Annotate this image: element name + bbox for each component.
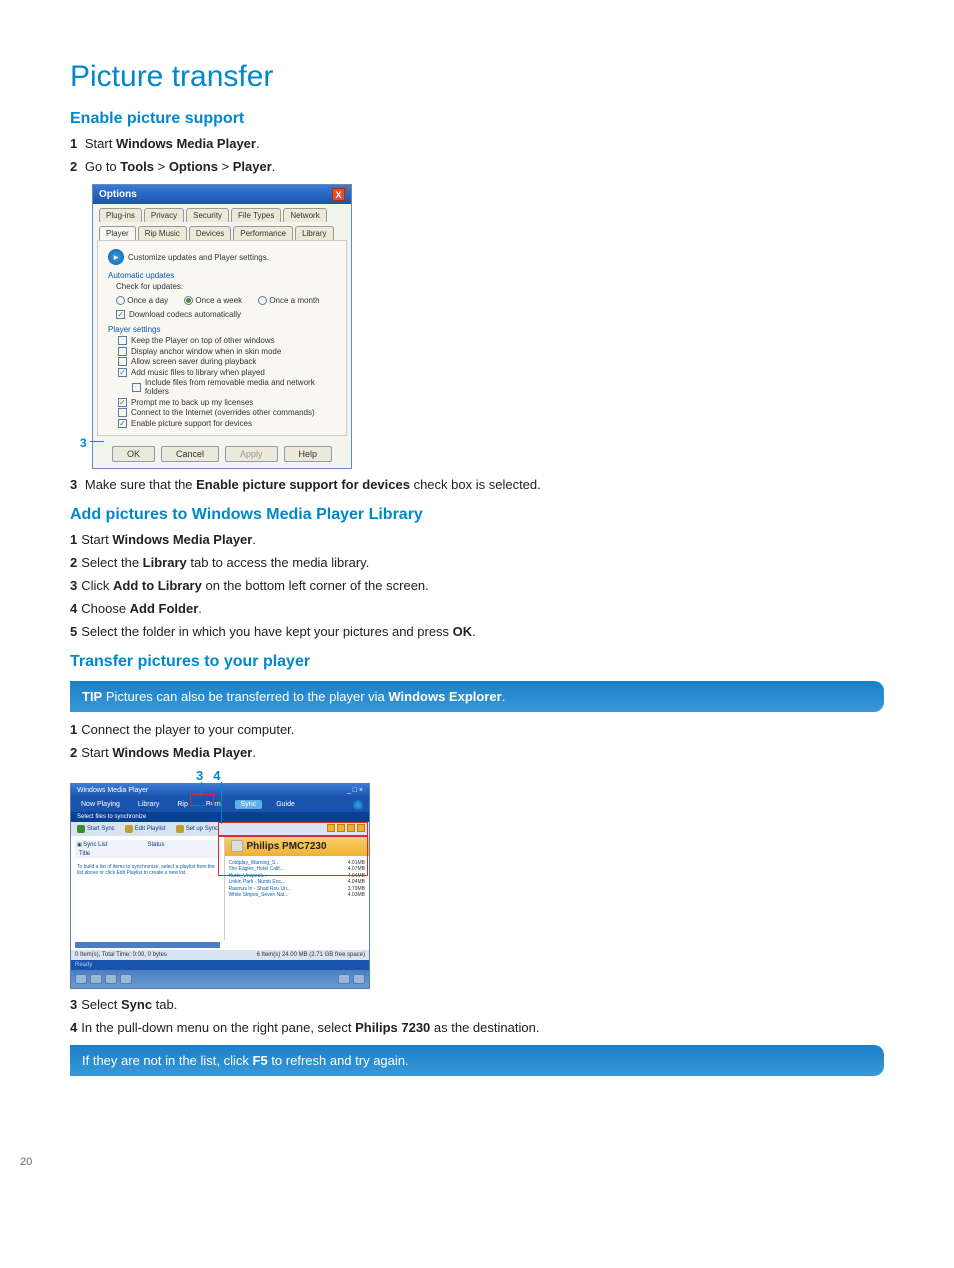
- tab-privacy[interactable]: Privacy: [144, 208, 184, 222]
- heading-enable-picture-support: Enable picture support: [70, 110, 884, 128]
- wmp-window-screenshot: 3 4 Windows Media Player _ □ × Now Playi…: [70, 768, 370, 989]
- dialog-title: Options: [99, 189, 137, 200]
- group-player-settings: Player settings: [108, 325, 336, 334]
- window-controls[interactable]: _ □ ×: [347, 787, 363, 794]
- checkbox-screen-saver[interactable]: [118, 357, 127, 366]
- status-left: 0 Item(s), Total Time: 0:00, 0 bytes: [75, 952, 167, 958]
- tab-rip-music[interactable]: Rip Music: [138, 226, 187, 240]
- tab-network[interactable]: Network: [283, 208, 326, 222]
- page-number: 20: [20, 1156, 834, 1168]
- wmp-title: Windows Media Player: [77, 787, 148, 794]
- title-column: Title: [75, 850, 220, 858]
- set-up-sync-button[interactable]: Set up Sync: [176, 825, 218, 833]
- apply-button[interactable]: Apply: [225, 446, 278, 462]
- step-number: 1: [70, 136, 77, 151]
- status-ready: Ready: [75, 962, 92, 968]
- radio-once-a-month[interactable]: [258, 296, 267, 305]
- tab-security[interactable]: Security: [186, 208, 229, 222]
- step-number: 3: [70, 477, 77, 492]
- checkbox-add-music[interactable]: [118, 368, 127, 377]
- radio-once-a-day[interactable]: [116, 296, 125, 305]
- highlight-box: [218, 836, 368, 876]
- step-number: 2: [70, 159, 77, 174]
- start-sync-button[interactable]: Start Sync: [77, 825, 115, 833]
- tip-label: TIP: [82, 689, 102, 704]
- step: 1Connect the player to your computer.: [70, 722, 884, 737]
- checkbox-download-codecs[interactable]: [116, 310, 125, 319]
- wmp-info-bar: Select files to synchronize: [71, 812, 369, 822]
- tab-sync[interactable]: Sync: [235, 800, 263, 809]
- sync-list-heading: ▣ Sync List: [77, 842, 107, 848]
- edit-playlist-button[interactable]: Edit Playlist: [125, 825, 166, 833]
- tab-library[interactable]: Library: [134, 801, 163, 808]
- callout-line: [90, 441, 104, 442]
- status-right: 6 Item(s) 24.00 MB (2.71 GB free space): [257, 952, 365, 958]
- step: 4In the pull-down menu on the right pane…: [70, 1020, 884, 1035]
- playback-controls[interactable]: [71, 970, 369, 988]
- status-heading: Status: [147, 842, 164, 848]
- step: 1 Start Windows Media Player.: [70, 136, 884, 151]
- checkbox-prompt-backup[interactable]: [118, 398, 127, 407]
- dialog-banner: Customize updates and Player settings.: [128, 253, 269, 262]
- step: 3Click Add to Library on the bottom left…: [70, 578, 884, 593]
- tab-devices[interactable]: Devices: [189, 226, 231, 240]
- step: 1Start Windows Media Player.: [70, 532, 884, 547]
- tab-guide[interactable]: Guide: [272, 801, 299, 808]
- close-icon[interactable]: X: [332, 188, 345, 201]
- sync-empty-message: To build a list of items to synchronize,…: [75, 858, 220, 882]
- step: 3Select Sync tab.: [70, 997, 884, 1012]
- callout-line: [201, 782, 202, 796]
- callout-marker: 4: [213, 768, 220, 783]
- note-box: If they are not in the list, click F5 to…: [70, 1045, 884, 1076]
- player-icon: ▸: [108, 249, 124, 265]
- tab-library[interactable]: Library: [295, 226, 333, 240]
- ok-button[interactable]: OK: [112, 446, 155, 462]
- tab-plugins[interactable]: Plug-ins: [99, 208, 142, 222]
- heading-transfer-pictures: Transfer pictures to your player: [70, 653, 884, 671]
- callout-marker: 3: [80, 436, 87, 450]
- step: 5Select the folder in which you have kep…: [70, 624, 884, 639]
- tab-file-types[interactable]: File Types: [231, 208, 281, 222]
- highlight-box: [190, 794, 214, 806]
- checkbox-include-removable[interactable]: [132, 383, 141, 392]
- cancel-button[interactable]: Cancel: [161, 446, 219, 462]
- step: 3 Make sure that the Enable picture supp…: [70, 477, 884, 492]
- checkbox-keep-on-top[interactable]: [118, 336, 127, 345]
- checkbox-enable-picture-support[interactable]: [118, 419, 127, 428]
- options-dialog-screenshot: Options X Plug-ins Privacy Security File…: [92, 184, 372, 469]
- step: 2Start Windows Media Player.: [70, 745, 884, 760]
- checkbox-connect-internet[interactable]: [118, 408, 127, 417]
- step: 4Choose Add Folder.: [70, 601, 884, 616]
- step: 2Select the Library tab to access the me…: [70, 555, 884, 570]
- page-title: Picture transfer: [70, 60, 884, 94]
- wmp-logo-icon: [353, 800, 363, 810]
- tab-now-playing[interactable]: Now Playing: [77, 801, 124, 808]
- tab-player[interactable]: Player: [99, 226, 136, 240]
- step: 2 Go to Tools > Options > Player.: [70, 159, 884, 174]
- callout-line: [221, 782, 222, 824]
- checkbox-anchor-window[interactable]: [118, 347, 127, 356]
- highlight-box: [218, 822, 368, 836]
- tip-box: TIP Pictures can also be transferred to …: [70, 681, 884, 712]
- tab-performance[interactable]: Performance: [233, 226, 293, 240]
- help-button[interactable]: Help: [284, 446, 333, 462]
- radio-once-a-week[interactable]: [184, 296, 193, 305]
- heading-add-pictures: Add pictures to Windows Media Player Lib…: [70, 506, 884, 524]
- group-automatic-updates: Automatic updates: [108, 271, 336, 280]
- callout-marker: 3: [196, 768, 203, 783]
